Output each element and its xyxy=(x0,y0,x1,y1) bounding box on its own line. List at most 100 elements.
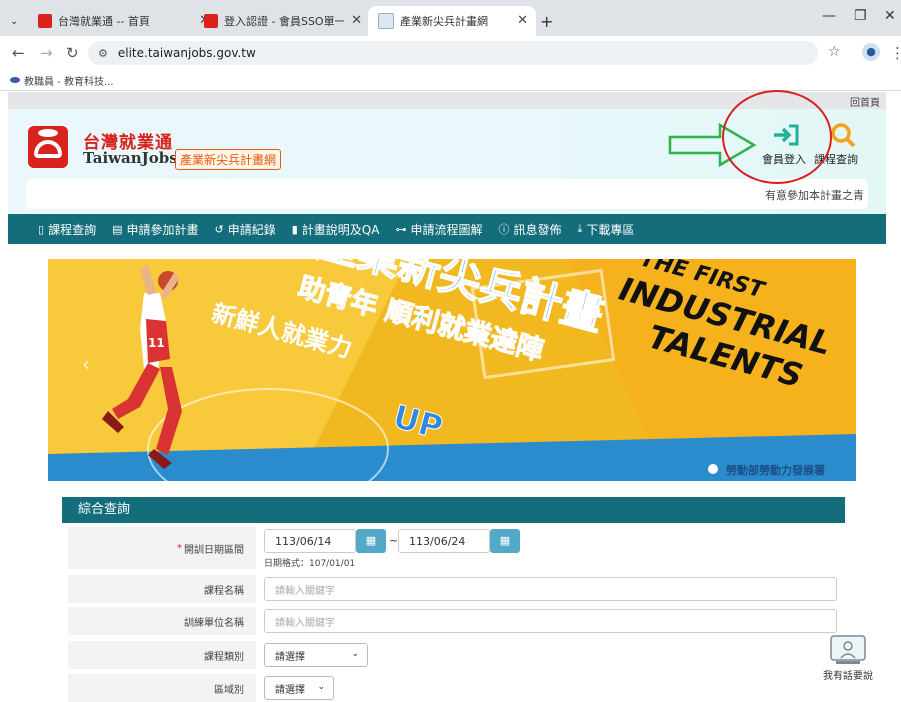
browser-toolbar: ← → ↻ ⚙ elite.taiwanjobs.gov.tw ☆ ● ⋮ xyxy=(0,36,901,70)
nav-news[interactable]: ⓘ 訊息發佈 xyxy=(498,221,561,238)
feedback-widget[interactable]: 我有話要說 xyxy=(818,633,878,693)
nav-qa[interactable]: ▮ 計畫說明及QA xyxy=(292,221,380,238)
bookmark-label: 教職員 - 教育科技... xyxy=(24,76,114,88)
bookmark-favicon-icon xyxy=(10,77,20,83)
taiwanjobs-favicon-icon xyxy=(204,14,218,28)
nav-label: 課程查詢 xyxy=(48,222,97,237)
flowchart-icon: ⊶ xyxy=(395,222,407,236)
chevron-down-icon: ⌄ xyxy=(10,15,19,27)
nav-label: 申請流程圖解 xyxy=(410,222,483,237)
course-name-row: 課程名稱 請輸入關鍵字 xyxy=(62,575,845,603)
restore-icon[interactable]: ❐ xyxy=(854,8,867,24)
date-range-label: * 開訓日期區間 xyxy=(68,527,256,569)
bookmarks-bar: 教職員 - 教育科技... xyxy=(0,70,901,91)
tab-search-button[interactable]: ⌄ xyxy=(0,6,20,36)
forward-arrow-icon[interactable]: → xyxy=(40,44,53,62)
date-from-input[interactable]: 113/06/14 xyxy=(264,529,356,553)
date-separator: ~ xyxy=(389,534,399,547)
logo-subtitle[interactable]: 產業新尖兵計畫網 xyxy=(175,149,282,170)
search-icon xyxy=(831,123,856,148)
tab-title: 登入認證 - 會員SSO單一登入 - xyxy=(224,15,344,28)
nav-apply[interactable]: ▤ 申請參加計畫 xyxy=(112,221,198,238)
feedback-label: 我有話要說 xyxy=(823,671,873,682)
nav-records[interactable]: ↺ 申請紀錄 xyxy=(215,221,276,238)
feedback-icon xyxy=(830,635,866,664)
back-arrow-icon[interactable]: ← xyxy=(12,44,25,62)
training-unit-label: 訓練單位名稱 xyxy=(68,607,256,635)
region-select[interactable]: 請選擇 ⌄ xyxy=(264,676,334,700)
file-icon: ▮ xyxy=(291,222,298,236)
url-text: elite.taiwanjobs.gov.tw xyxy=(117,46,256,60)
banner-prev-icon: ‹ xyxy=(82,352,90,376)
search-form-header: 綜合查詢 xyxy=(62,497,845,523)
course-category-label: 課程類別 xyxy=(68,641,256,669)
nav-download[interactable]: ⤓ 下載專區 xyxy=(577,221,634,238)
main-nav: ▯ 課程查詢 ▤ 申請參加計畫 ↺ 申請紀錄 ▮ 計畫說明及QA ⊶ 申請流程圖解 ⓘ 訊息… xyxy=(8,214,886,244)
address-bar[interactable]: ⚙ elite.taiwanjobs.gov.tw xyxy=(88,41,818,65)
site-info-icon[interactable]: ⚙ xyxy=(98,47,108,60)
banner-artwork: 11 ‹ 產業新尖兵計畫 助青年 順利就業達陣 新鮮人就業力 UP THE FI… xyxy=(48,259,856,481)
reload-icon[interactable]: ↻ xyxy=(66,44,79,62)
browser-tab-strip: ⌄ 台灣就業通 -- 首頁 ✕ 登入認證 - 會員SSO單一登入 - ✕ 產業新… xyxy=(0,0,901,36)
home-link[interactable]: 回首頁 xyxy=(850,94,880,109)
taiwanjobs-favicon-icon xyxy=(38,14,52,28)
training-unit-row: 訓練單位名稱 請輸入關鍵字 xyxy=(62,607,845,635)
announcement-marquee[interactable]: 有意參加本計畫之青 xyxy=(26,179,868,209)
tab-title: 產業新尖兵計畫網 xyxy=(400,15,488,28)
nav-flowchart[interactable]: ⊶ 申請流程圖解 xyxy=(395,221,482,238)
course-category-row: 課程類別 請選擇 ⌄ xyxy=(62,641,845,669)
banner-agency: 勞動部勞動力發展署 xyxy=(726,463,825,477)
chevron-down-icon: ⌄ xyxy=(317,682,325,692)
course-name-input[interactable]: 請輸入關鍵字 xyxy=(264,577,837,601)
close-window-icon[interactable]: ✕ xyxy=(884,8,896,24)
required-mark: * xyxy=(177,542,182,554)
chevron-down-icon: ⌄ xyxy=(351,649,359,659)
player-number: 11 xyxy=(148,336,165,350)
page-favicon-icon xyxy=(378,13,394,29)
menu-kebab-icon[interactable]: ⋮ xyxy=(890,44,901,62)
info-icon: ⓘ xyxy=(498,223,510,236)
course-name-label: 課程名稱 xyxy=(68,575,256,603)
select-value: 請選擇 xyxy=(275,651,305,663)
bookmark-item[interactable]: 教職員 - 教育科技... xyxy=(10,73,114,88)
plus-icon: + xyxy=(540,11,554,31)
tab-taiwanjobs-home[interactable]: 台灣就業通 -- 首頁 ✕ xyxy=(28,6,218,36)
promo-banner[interactable]: 11 ‹ 產業新尖兵計畫 助青年 順利就業達陣 新鮮人就業力 UP THE FI… xyxy=(48,259,856,481)
tab-login-sso[interactable]: 登入認證 - 會員SSO單一登入 - ✕ xyxy=(194,6,370,36)
nav-label: 訊息發佈 xyxy=(513,222,562,237)
nav-course-search[interactable]: ▯ 課程查詢 xyxy=(38,221,96,238)
date-range-label-text: 開訓日期區間 xyxy=(184,544,244,556)
document-icon: ▯ xyxy=(38,222,45,236)
agency-logo-icon xyxy=(706,462,720,476)
list-icon: ▤ xyxy=(112,222,123,236)
minimize-icon[interactable]: — xyxy=(822,8,836,24)
region-label: 區域別 xyxy=(68,674,256,702)
annotation-circle xyxy=(722,90,832,184)
region-row: 區域別 請選擇 ⌄ xyxy=(62,674,845,702)
new-tab-button[interactable]: + xyxy=(540,6,560,36)
nav-label: 計畫說明及QA xyxy=(301,222,380,237)
date-from-calendar-icon[interactable]: ▦ xyxy=(356,529,386,553)
course-category-select[interactable]: 請選擇 ⌄ xyxy=(264,643,368,667)
nav-label: 下載專區 xyxy=(586,222,635,237)
date-to-calendar-icon[interactable]: ▦ xyxy=(490,529,520,553)
close-tab-icon[interactable]: ✕ xyxy=(351,13,362,28)
logo-title-en[interactable]: TaiwanJobs xyxy=(83,149,178,167)
taiwanjobs-logo-icon[interactable] xyxy=(28,126,68,168)
nav-label: 申請參加計畫 xyxy=(126,222,199,237)
close-tab-icon[interactable]: ✕ xyxy=(517,13,528,28)
banner-up: UP xyxy=(389,397,447,447)
marquee-text: 有意參加本計畫之青 xyxy=(765,189,864,202)
date-to-input[interactable]: 113/06/24 xyxy=(398,529,490,553)
history-icon: ↺ xyxy=(214,222,224,236)
date-range-row: * 開訓日期區間 113/06/14 ▦ ~ 113/06/24 ▦ 日期格式：1… xyxy=(62,527,845,569)
profile-avatar-icon[interactable]: ● xyxy=(862,43,880,61)
download-icon: ⤓ xyxy=(577,222,583,235)
nav-label: 申請紀錄 xyxy=(227,222,276,237)
tab-elite[interactable]: 產業新尖兵計畫網 ✕ xyxy=(368,6,536,36)
training-unit-input[interactable]: 請輸入關鍵字 xyxy=(264,609,837,633)
tab-title: 台灣就業通 -- 首頁 xyxy=(58,15,150,28)
select-value: 請選擇 xyxy=(275,684,305,696)
bookmark-star-icon[interactable]: ☆ xyxy=(828,44,841,60)
date-format-hint: 日期格式：107/01/01 xyxy=(264,559,356,569)
